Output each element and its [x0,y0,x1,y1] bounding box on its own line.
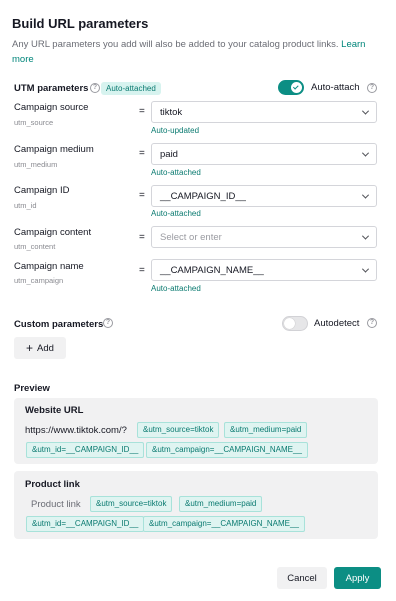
utm-parameters-label: UTM parameters [14,83,89,94]
param-hint: Auto-updated [151,126,200,135]
select-placeholder: Select or enter [160,231,222,243]
url-param-tag: &utm_medium=paid [224,422,308,438]
param-key: utm_campaign [14,276,64,285]
toggle-knob [284,318,295,329]
param-name: Campaign content [14,227,92,238]
product-link-label: Product link [31,499,81,510]
campaign-content-select[interactable]: Select or enter [151,226,377,248]
product-link-card: Product link Product link &utm_source=ti… [14,471,378,539]
autodetect-help-icon[interactable]: ? [367,318,377,328]
param-name: Campaign medium [14,144,94,155]
param-hint: Auto-attached [151,168,201,177]
description-text: Any URL parameters you add will also be … [12,39,339,50]
url-param-tag: &utm_id=__CAMPAIGN_ID__ [26,442,145,458]
equals-sign: = [139,232,145,243]
preview-label: Preview [14,383,50,394]
param-name: Campaign ID [14,185,70,196]
add-label: Add [37,342,54,354]
product-link-title: Product link [25,479,80,490]
chevron-down-icon [361,107,370,115]
param-key: utm_source [14,118,54,127]
cancel-button[interactable]: Cancel [277,567,327,589]
toggle-knob [291,82,302,93]
equals-sign: = [139,148,145,159]
campaign-source-select[interactable]: tiktok [151,101,377,123]
auto-attach-label: Auto-attach [311,82,360,93]
campaign-name-select[interactable]: __CAMPAIGN_NAME__ [151,259,377,281]
website-url-text: https://www.tiktok.com/? [25,425,127,436]
url-param-tag: &utm_source=tiktok [137,422,220,438]
url-param-tag: &utm_campaign=__CAMPAIGN_NAME__ [143,516,305,532]
campaign-id-select[interactable]: __CAMPAIGN_ID__ [151,185,377,207]
dialog-description: Any URL parameters you add will also be … [12,37,380,67]
param-key: utm_id [14,201,37,210]
website-url-title: Website URL [25,405,84,416]
campaign-medium-select[interactable]: paid [151,143,377,165]
chevron-down-icon [361,191,370,199]
select-value: __CAMPAIGN_ID__ [160,190,246,202]
url-param-tag: &utm_source=tiktok [90,496,173,512]
check-icon [292,83,299,90]
autodetect-toggle[interactable] [282,316,308,331]
chevron-down-icon [361,149,370,157]
select-value: paid [160,148,178,160]
auto-attach-help-icon[interactable]: ? [367,83,377,93]
url-param-tag: &utm_id=__CAMPAIGN_ID__ [26,516,145,532]
equals-sign: = [139,190,145,201]
chevron-down-icon [361,265,370,273]
plus-icon: + [26,341,34,355]
param-key: utm_medium [14,160,58,169]
param-name: Campaign name [14,261,84,272]
custom-help-icon[interactable]: ? [103,318,113,328]
chevron-down-icon [361,232,370,240]
dialog-title: Build URL parameters [12,16,149,31]
auto-attach-toggle[interactable] [278,80,304,95]
apply-button[interactable]: Apply [334,567,381,589]
select-value: tiktok [160,106,183,118]
select-value: __CAMPAIGN_NAME__ [160,264,264,276]
param-hint: Auto-attached [151,209,201,218]
utm-help-icon[interactable]: ? [90,83,100,93]
url-param-tag: &utm_campaign=__CAMPAIGN_NAME__ [146,442,308,458]
param-hint: Auto-attached [151,284,201,293]
auto-attached-badge: Auto-attached [101,82,161,95]
autodetect-label: Autodetect [314,318,360,329]
custom-parameters-label: Custom parameters [14,319,104,330]
equals-sign: = [139,106,145,117]
website-url-card: Website URL https://www.tiktok.com/? &ut… [14,398,378,464]
url-param-tag: &utm_medium=paid [179,496,263,512]
equals-sign: = [139,265,145,276]
param-key: utm_content [14,242,56,251]
param-name: Campaign source [14,102,89,113]
add-parameter-button[interactable]: + Add [14,337,66,359]
